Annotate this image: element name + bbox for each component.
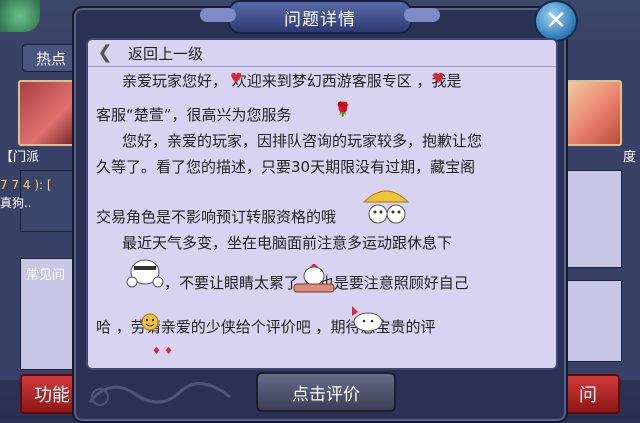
title-wing-right: [404, 8, 440, 22]
right-label: 度: [622, 150, 636, 165]
modal-title: 问题详情: [284, 9, 356, 30]
chat-line: 真狗..: [0, 196, 32, 210]
chat-line: 7 7 4 ): [: [0, 178, 52, 192]
character-portrait-left: [18, 80, 80, 146]
right-box: [560, 170, 622, 268]
close-icon[interactable]: ✕: [534, 0, 578, 42]
message-line: 亲爱玩家您好， 欢迎来到梦幻西游客服专区 ，我是: [122, 72, 462, 90]
back-row[interactable]: ❮ 返回上一级: [88, 40, 556, 66]
chick-emoji-icon: [292, 263, 338, 298]
smile-emoji-icon: [140, 312, 160, 336]
message-line: 客服“楚萱”，很高兴为您服务: [96, 106, 292, 124]
rate-button[interactable]: 点击评价: [256, 372, 396, 412]
corner-ornament: [0, 0, 40, 32]
message-line: ，不要让眼睛太累了 您也是要注意照顾好自己: [164, 274, 469, 292]
heart-icon: ♥: [230, 71, 243, 87]
detail-content: ❮ 返回上一级 亲爱玩家您好， 欢迎来到梦幻西游客服专区 ，我是 ♥ ♥ 客服“…: [86, 38, 558, 370]
scroll-indicator-icon: ♦ ♦: [152, 346, 174, 357]
back-arrow-icon[interactable]: ❮: [96, 42, 114, 63]
heart-icon: ♥: [432, 71, 445, 87]
message-line: 最近天气多变，坐在电脑面前注意多运动跟休息下: [122, 234, 453, 252]
right-box-lower: [560, 280, 622, 362]
umbrella-emoji-icon: [360, 184, 412, 232]
message-line: 久等了。看了您的描述，只要30天期限没有过期，藏宝阁: [96, 158, 476, 176]
message-line: 您好，亲爱的玩家，因排队咨询的玩家较多，抱歉让您: [122, 132, 483, 150]
title-wing-left: [200, 8, 236, 22]
left-label: 【门派: [0, 150, 40, 165]
character-portrait-right: [560, 80, 622, 146]
modal-title-bar: 问题详情: [200, 0, 440, 34]
back-label[interactable]: 返回上一级: [128, 43, 203, 64]
rose-icon: 🌹: [334, 102, 352, 118]
bow-emoji-icon: [344, 302, 388, 338]
divider: [88, 66, 556, 67]
faq-label[interactable]: 常见问: [26, 264, 65, 283]
cartoon-emoji-icon: [124, 256, 166, 294]
message-line: 交易角色是不影响预订转服资格的哦: [96, 208, 337, 226]
swirl-decoration: [88, 382, 231, 406]
